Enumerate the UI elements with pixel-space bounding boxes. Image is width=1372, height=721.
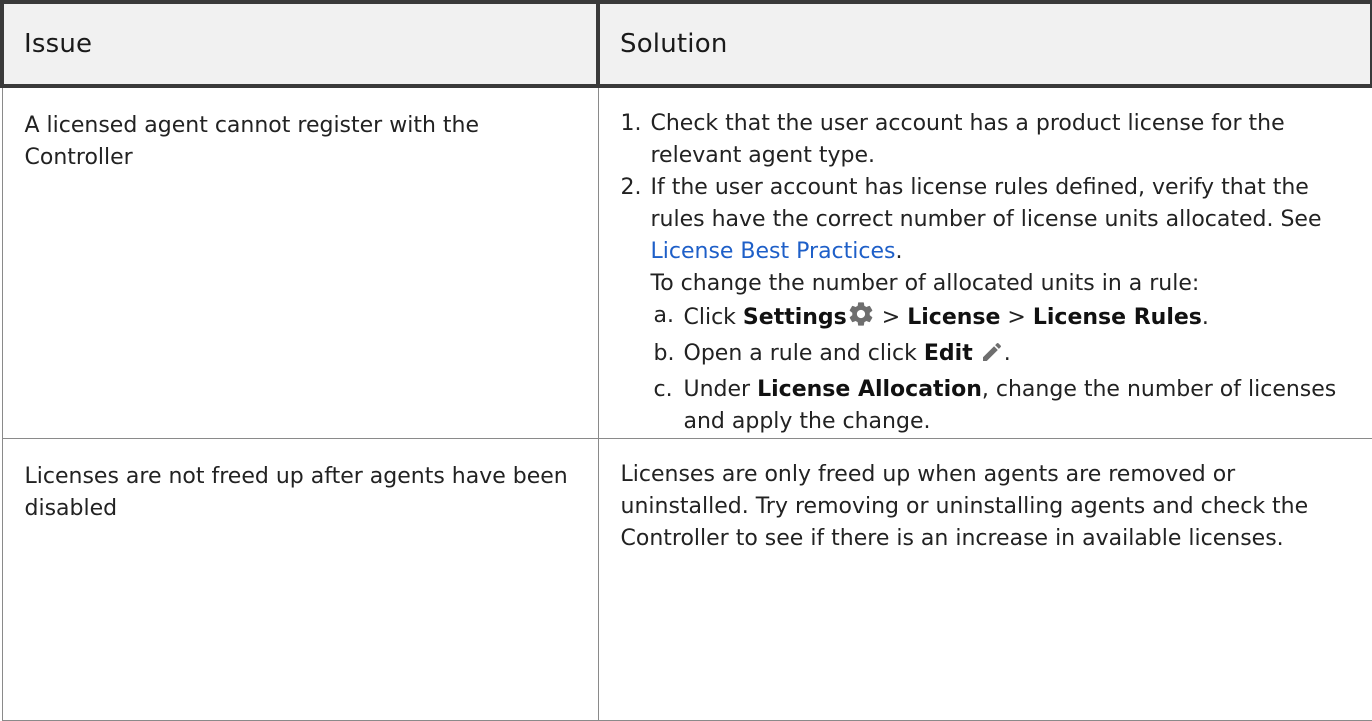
solution-cell: 1. Check that the user account has a pro… — [597, 85, 1372, 439]
step-note: To change the number of allocated units … — [650, 271, 1200, 296]
sub-step-letter: a. — [653, 303, 674, 328]
sub-step-item: c. Under License Allocation, change the … — [654, 374, 1352, 438]
sub-steps: a. Click Settings > License > License Ru… — [651, 300, 1352, 438]
header-issue: Issue — [0, 0, 600, 88]
sub-step-item: a. Click Settings > License > License Ru… — [654, 300, 1352, 338]
sentence-end: . — [1201, 305, 1209, 330]
solution-text: Licenses are only freed up when agents a… — [620, 462, 1309, 551]
sub-step-letter: b. — [653, 341, 675, 366]
step-item: 2. If the user account has license rules… — [621, 172, 1352, 438]
issue-cell: A licensed agent cannot register with th… — [1, 85, 599, 439]
sub-step-letter: c. — [653, 377, 673, 402]
license-best-practices-link[interactable]: License Best Practices — [651, 239, 896, 264]
separator: > — [1007, 305, 1026, 330]
separator: > — [881, 305, 901, 330]
sub-step-item: b. Open a rule and click Edit . — [654, 338, 1352, 374]
license-allocation-term: License Allocation — [757, 377, 982, 402]
table-row: Licenses are not freed up after agents h… — [1, 438, 1372, 721]
issue-text: A licensed agent cannot register with th… — [24, 113, 480, 170]
header-solution: Solution — [597, 0, 1372, 88]
step-number: 1. — [620, 111, 642, 136]
header-row: Issue Solution — [0, 0, 1372, 88]
license-rules-term: License Rules — [1032, 305, 1202, 330]
troubleshooting-table: Issue Solution A licensed agent cannot r… — [0, 0, 1372, 721]
license-term: License — [907, 305, 1001, 330]
open-rule-text: Open a rule and click — [683, 341, 917, 366]
click-text: Click — [683, 305, 736, 330]
under-text: Under — [683, 377, 751, 402]
settings-term: Settings — [742, 305, 847, 330]
edit-term: Edit — [923, 341, 973, 366]
sentence-end: . — [1003, 341, 1011, 366]
step-text-end: . — [895, 239, 903, 264]
step-number: 2. — [620, 175, 642, 200]
step-text: Check that the user account has a produc… — [650, 111, 1285, 168]
step-item: 1. Check that the user account has a pro… — [621, 108, 1352, 172]
gear-icon — [847, 300, 875, 338]
solution-steps: 1. Check that the user account has a pro… — [621, 108, 1352, 438]
table-row: A licensed agent cannot register with th… — [1, 85, 1372, 439]
pencil-icon — [980, 340, 1004, 374]
solution-cell: Licenses are only freed up when agents a… — [597, 438, 1372, 721]
step-text: If the user account has license rules de… — [650, 175, 1322, 232]
issue-cell: Licenses are not freed up after agents h… — [1, 438, 599, 721]
issue-text: Licenses are not freed up after agents h… — [24, 464, 568, 521]
